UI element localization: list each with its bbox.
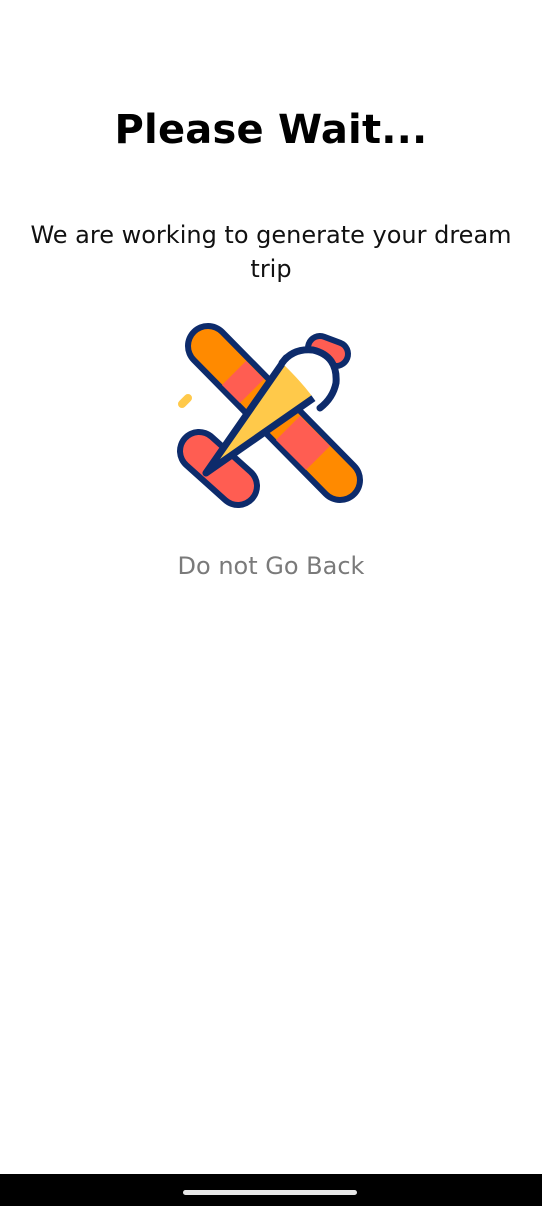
airplane-icon <box>168 318 374 518</box>
home-indicator[interactable] <box>183 1190 357 1195</box>
page-title: Please Wait... <box>114 107 428 153</box>
airplane-illustration-svg <box>177 323 363 508</box>
do-not-go-back-hint: Do not Go Back <box>177 552 365 580</box>
motion-dash <box>178 394 192 408</box>
loading-message: We are working to generate your dream tr… <box>30 221 512 283</box>
loading-screen: Please Wait... We are working to generat… <box>0 0 542 1174</box>
system-navigation-bar <box>0 1174 542 1206</box>
